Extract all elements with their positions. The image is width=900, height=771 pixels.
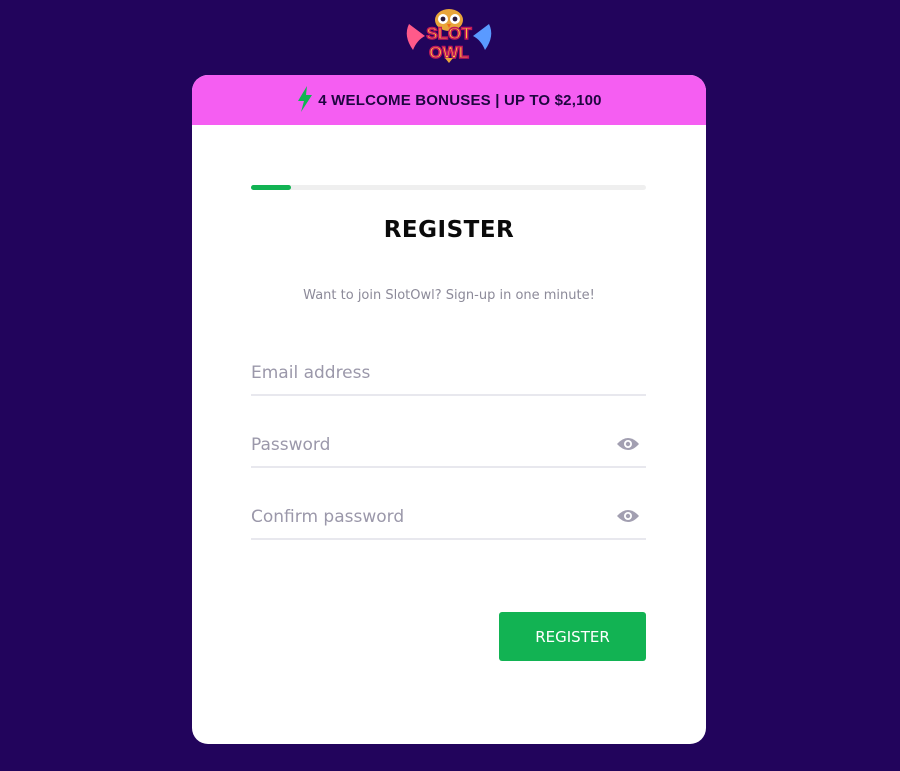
- signup-progress-fill: [251, 185, 291, 190]
- confirm-password-input[interactable]: [251, 490, 646, 538]
- register-card: 4 WELCOME BONUSES | UP TO $2,100 REGISTE…: [192, 75, 706, 744]
- signup-progress-bar: [251, 185, 646, 190]
- svg-text:SLOT: SLOT: [426, 24, 472, 43]
- page-title: REGISTER: [383, 217, 515, 243]
- email-field: [251, 346, 646, 396]
- password-field: [251, 418, 646, 468]
- page-subtitle: Want to join SlotOwl? Sign-up in one min…: [303, 288, 595, 303]
- banner-text: 4 WELCOME BONUSES | UP TO $2,100: [318, 91, 602, 109]
- password-input[interactable]: [251, 418, 646, 466]
- eye-icon[interactable]: [616, 508, 640, 524]
- slotowl-logo[interactable]: SLOT OWL: [403, 6, 495, 64]
- register-button[interactable]: REGISTER: [499, 612, 646, 661]
- lightning-bolt-icon: [296, 85, 314, 112]
- confirm-password-field: [251, 490, 646, 540]
- eye-icon[interactable]: [616, 436, 640, 452]
- email-input[interactable]: [251, 346, 646, 394]
- welcome-bonus-banner[interactable]: 4 WELCOME BONUSES | UP TO $2,100: [192, 75, 706, 125]
